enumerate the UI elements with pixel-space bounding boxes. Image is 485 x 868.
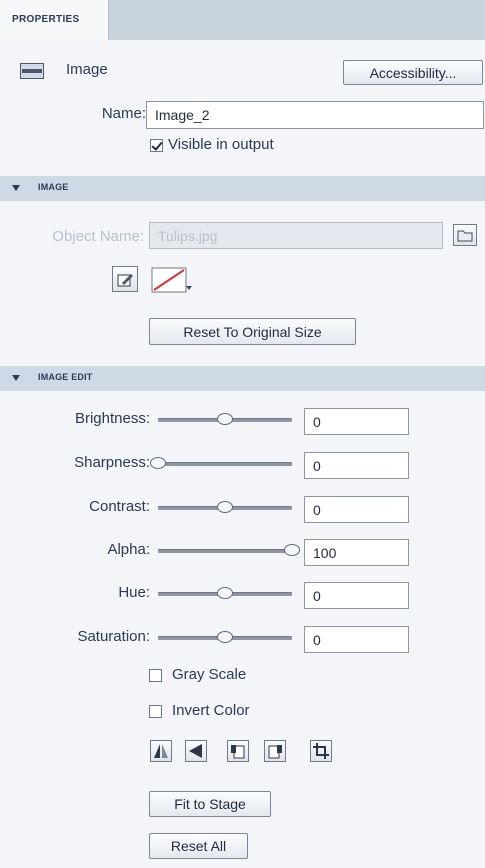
- slider-value-input[interactable]: 0: [304, 582, 409, 609]
- collapse-triangle-icon: [12, 375, 20, 381]
- object-name-input: Tulips.jpg: [149, 222, 443, 249]
- gray-scale-label: Gray Scale: [172, 666, 247, 683]
- name-input[interactable]: Image_2: [146, 101, 484, 129]
- flip-horizontal-icon[interactable]: [150, 740, 172, 762]
- slider-value-input[interactable]: 0: [304, 626, 409, 653]
- slider-value-input[interactable]: 0: [304, 408, 409, 435]
- slider-label: Alpha:: [107, 541, 150, 558]
- slider-thumb[interactable]: [217, 501, 233, 513]
- crop-icon[interactable]: [310, 740, 332, 762]
- slider-value-input[interactable]: 100: [304, 539, 409, 566]
- flip-vertical-icon[interactable]: [185, 740, 207, 762]
- slider-label: Brightness:: [74, 410, 150, 427]
- name-label: Name:: [101, 105, 146, 122]
- fit-to-stage-button[interactable]: Fit to Stage: [149, 791, 271, 817]
- slider-thumb[interactable]: [217, 413, 233, 425]
- eyedropper-icon[interactable]: [112, 266, 138, 292]
- slider-track[interactable]: [158, 549, 292, 553]
- rotate-left-icon[interactable]: [227, 740, 249, 762]
- image-icon: [20, 63, 44, 79]
- rotate-right-icon[interactable]: [264, 740, 286, 762]
- visible-in-output-checkbox[interactable]: [150, 139, 163, 152]
- slider-label: Sharpness:: [74, 454, 150, 471]
- slider-thumb[interactable]: [150, 457, 166, 469]
- slider-value-input[interactable]: 0: [304, 452, 409, 479]
- transparent-color-swatch-icon[interactable]: [150, 266, 194, 294]
- image-edit-section-title: IMAGE EDIT: [38, 372, 93, 382]
- tab-properties-label: PROPERTIES: [12, 14, 80, 25]
- image-edit-section-header[interactable]: IMAGE EDIT: [0, 366, 485, 391]
- visible-in-output-label: Visible in output: [168, 136, 274, 153]
- slider-label: Hue:: [118, 584, 150, 601]
- image-section-title: IMAGE: [38, 182, 69, 192]
- slider-value-input[interactable]: 0: [304, 496, 409, 523]
- browse-folder-icon[interactable]: [453, 224, 477, 246]
- reset-all-button[interactable]: Reset All: [149, 833, 248, 859]
- collapse-triangle-icon: [12, 185, 20, 191]
- image-section-header[interactable]: IMAGE: [0, 176, 485, 201]
- invert-color-checkbox[interactable]: [149, 705, 162, 718]
- slider-label: Contrast:: [89, 498, 150, 515]
- slider-thumb[interactable]: [217, 631, 233, 643]
- object-type-title: Image: [66, 61, 108, 78]
- gray-scale-checkbox[interactable]: [149, 669, 162, 682]
- slider-label: Saturation:: [77, 628, 150, 645]
- accessibility-button[interactable]: Accessibility...: [343, 60, 483, 85]
- slider-thumb[interactable]: [284, 544, 300, 556]
- object-name-label: Object Name:: [52, 228, 144, 245]
- invert-color-label: Invert Color: [172, 702, 250, 719]
- tab-properties[interactable]: PROPERTIES: [0, 0, 109, 40]
- slider-thumb[interactable]: [217, 587, 233, 599]
- slider-track[interactable]: [158, 462, 292, 466]
- reset-original-size-button[interactable]: Reset To Original Size: [149, 318, 356, 345]
